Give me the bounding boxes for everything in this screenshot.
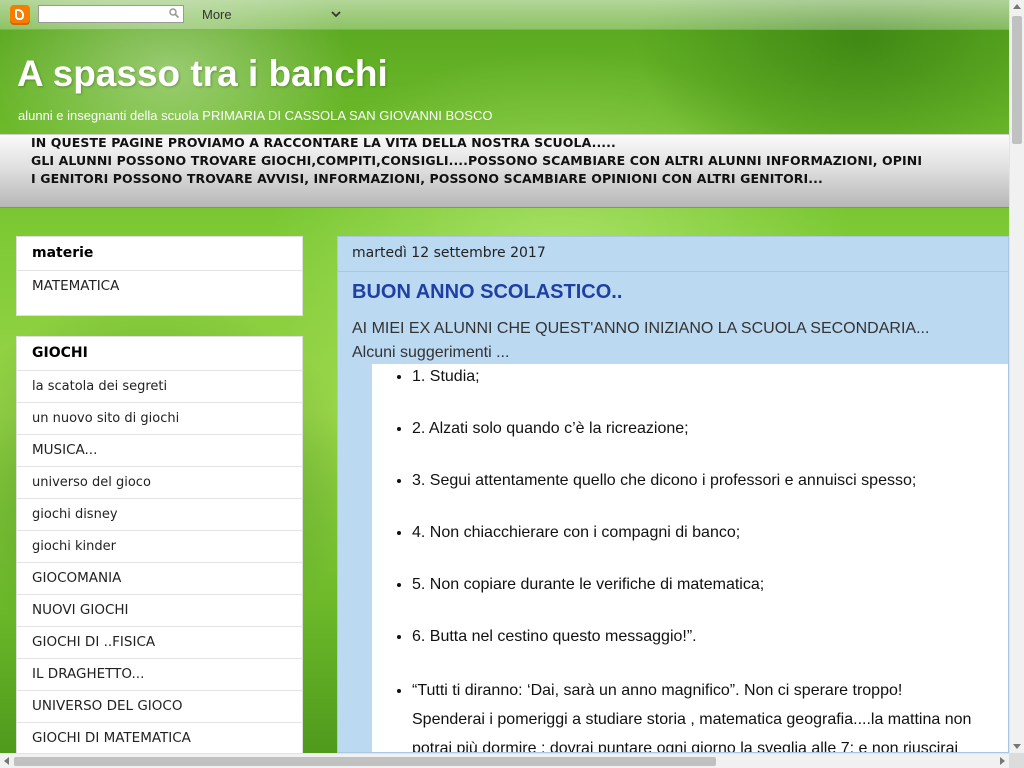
blogger-navbar: More xyxy=(0,0,1009,30)
sidebar-link[interactable]: IL DRAGHETTO... xyxy=(17,659,302,691)
sidebar-link-matematica[interactable]: MATEMATICA xyxy=(17,271,302,303)
list-item: 2. Alzati solo quando c’è la ricreazione… xyxy=(412,416,1008,442)
sidebar-link[interactable]: universo del gioco xyxy=(17,467,302,499)
list-item: 3. Segui attentamente quello che dicono … xyxy=(412,468,1008,494)
widget-title: GIOCHI xyxy=(17,337,302,371)
search-input[interactable] xyxy=(38,5,184,23)
blogger-b-glyph xyxy=(15,9,24,20)
sidebar-link[interactable]: giochi disney xyxy=(17,499,302,531)
scrollbar-corner xyxy=(1009,753,1024,768)
search-icon[interactable] xyxy=(169,8,179,18)
chevron-down-icon xyxy=(331,11,341,18)
scroll-up-icon[interactable] xyxy=(1013,4,1021,9)
sidebar-link[interactable]: un nuovo sito di giochi xyxy=(17,403,302,435)
list-item: “Tutti ti diranno: ‘Dai, sarà un anno ma… xyxy=(412,676,972,752)
post-body: 1. Studia; 2. Alzati solo quando c’è la … xyxy=(372,364,1008,752)
sidebar-link[interactable]: UNIVERSO DEL GIOCO xyxy=(17,691,302,723)
post-intro: AI MIEI EX ALUNNI CHE QUEST'ANNO INIZIAN… xyxy=(352,317,929,365)
post-title[interactable]: BUON ANNO SCOLASTICO.. xyxy=(352,279,622,305)
list-item: 1. Studia; xyxy=(412,364,1008,390)
list-item: 4. Non chiacchierare con i compagni di b… xyxy=(412,520,1008,546)
sidebar-link[interactable]: MUSICA... xyxy=(17,435,302,467)
sidebar-link[interactable]: NUOVI GIOCHI xyxy=(17,595,302,627)
vertical-scrollbar[interactable] xyxy=(1009,0,1024,753)
scrollbar-thumb[interactable] xyxy=(14,757,716,766)
post-intro-line: Alcuni suggerimenti ... xyxy=(352,344,510,361)
materie-widget: materie MATEMATICA xyxy=(16,236,303,316)
blog-description: alunni e insegnanti della scuola PRIMARI… xyxy=(18,108,493,123)
giochi-widget: GIOCHI la scatola dei segreti un nuovo s… xyxy=(16,336,303,766)
blogger-icon[interactable] xyxy=(10,5,30,25)
sidebar-link[interactable]: la scatola dei segreti xyxy=(17,371,302,403)
blog-title[interactable]: A spasso tra i banchi xyxy=(17,50,388,98)
post-panel: martedì 12 settembre 2017 BUON ANNO SCOL… xyxy=(337,236,1009,753)
more-label: More xyxy=(202,7,232,22)
divider xyxy=(338,271,1008,272)
suggestions-list: 1. Studia; 2. Alzati solo quando c’è la … xyxy=(372,364,1008,752)
banner-line: GLI ALUNNI POSSONO TROVARE GIOCHI,COMPIT… xyxy=(31,153,923,168)
scroll-left-icon[interactable] xyxy=(4,757,9,765)
scroll-down-icon[interactable] xyxy=(1013,744,1021,749)
more-dropdown[interactable]: More xyxy=(202,0,347,29)
banner-line: I GENITORI POSSONO TROVARE AVVISI, INFOR… xyxy=(31,171,823,186)
post-date: martedì 12 settembre 2017 xyxy=(352,245,546,261)
sidebar-link[interactable]: GIOCOMANIA xyxy=(17,563,302,595)
sidebar-link[interactable]: giochi kinder xyxy=(17,531,302,563)
horizontal-scrollbar[interactable] xyxy=(0,753,1009,768)
widget-title: materie xyxy=(17,237,302,271)
sidebar-link[interactable]: GIOCHI DI MATEMATICA xyxy=(17,723,302,755)
list-item: 5. Non copiare durante le verifiche di m… xyxy=(412,572,1008,598)
intro-banner: IN QUESTE PAGINE PROVIAMO A RACCONTARE L… xyxy=(0,134,1009,208)
list-item: 6. Butta nel cestino questo messaggio!”. xyxy=(412,624,1008,650)
post-intro-line: AI MIEI EX ALUNNI CHE QUEST'ANNO INIZIAN… xyxy=(352,320,930,337)
banner-line: IN QUESTE PAGINE PROVIAMO A RACCONTARE L… xyxy=(31,135,616,150)
sidebar-link[interactable]: GIOCHI DI ..FISICA xyxy=(17,627,302,659)
scrollbar-thumb[interactable] xyxy=(1012,16,1022,144)
scroll-right-icon[interactable] xyxy=(1000,757,1005,765)
